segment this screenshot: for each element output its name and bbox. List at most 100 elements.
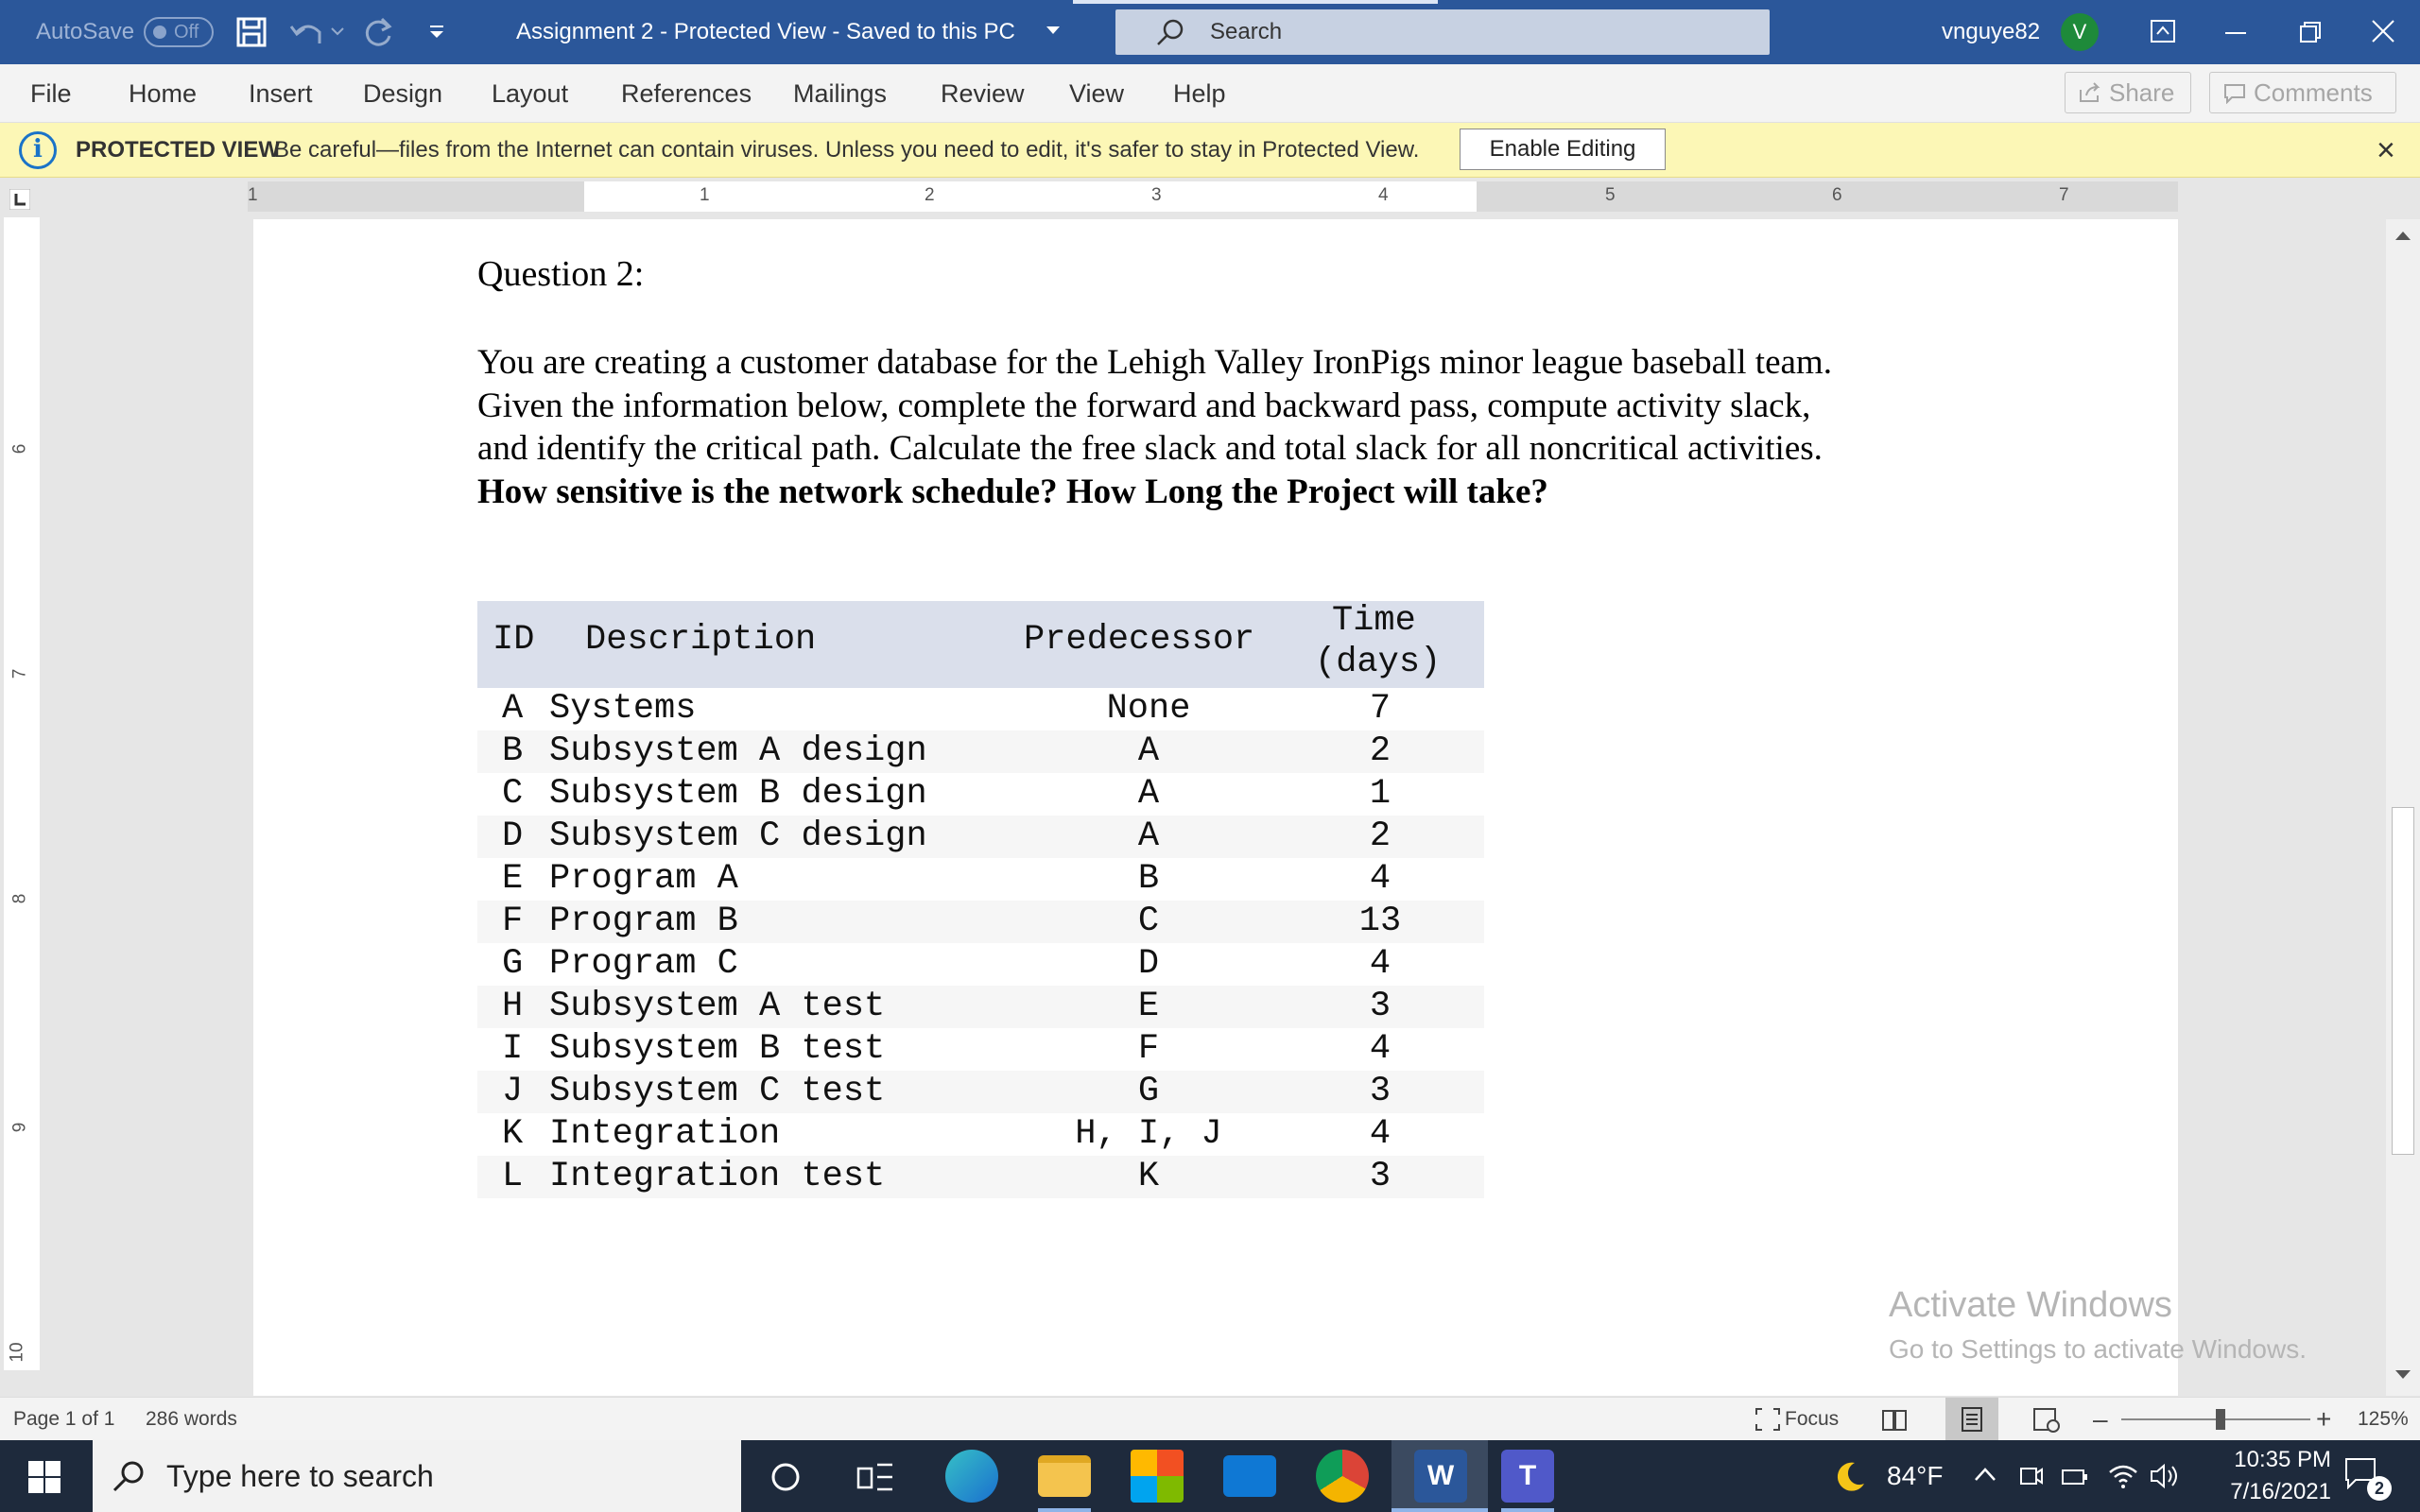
taskbar-search-placeholder: Type here to search — [166, 1459, 434, 1493]
close-window-icon[interactable] — [2371, 19, 2395, 43]
windows-start-icon[interactable] — [28, 1461, 60, 1493]
restore-icon[interactable] — [2299, 21, 2322, 43]
mail-icon[interactable] — [1223, 1455, 1276, 1497]
header-description: Description — [585, 620, 817, 660]
table-row: G Program C D 4 — [477, 943, 1484, 986]
autosave-label: AutoSave — [36, 19, 135, 44]
cell-id: A — [502, 689, 524, 729]
enable-editing-button[interactable]: Enable Editing — [1460, 129, 1666, 170]
table-row: J Subsystem C test G 3 — [477, 1071, 1484, 1113]
zoom-level[interactable]: 125% — [2358, 1398, 2409, 1441]
clock-time[interactable]: 10:35 PM — [2174, 1444, 2331, 1476]
read-mode-icon[interactable] — [1881, 1407, 1908, 1432]
activation-watermark-subtitle: Go to Settings to activate Windows. — [1889, 1334, 2307, 1364]
scroll-down-icon[interactable] — [2394, 1368, 2412, 1382]
cell-time: 13 — [1358, 902, 1402, 941]
table-row: A Systems None 7 — [477, 688, 1484, 730]
weather-moon-icon[interactable] — [1832, 1459, 1868, 1495]
cell-predecessor: A — [1137, 731, 1160, 771]
customize-toolbar-icon[interactable] — [427, 23, 446, 42]
tab-layout[interactable]: Layout — [492, 64, 568, 123]
cell-description: Systems — [549, 689, 697, 729]
cell-predecessor: K — [1137, 1157, 1160, 1196]
task-view-icon[interactable] — [856, 1461, 894, 1493]
horizontal-ruler[interactable]: 1 1 2 3 4 5 6 7 — [248, 181, 2178, 212]
share-button[interactable]: Share — [2065, 72, 2191, 113]
title-dropdown-icon[interactable] — [1046, 25, 1061, 36]
tab-file[interactable]: File — [30, 64, 72, 123]
teams-icon[interactable]: T — [1501, 1450, 1554, 1503]
page-count[interactable]: Page 1 of 1 — [13, 1398, 114, 1441]
cell-description: Subsystem B design — [549, 774, 927, 814]
taskbar-search-box[interactable]: Type here to search — [93, 1440, 741, 1512]
cell-predecessor: D — [1137, 944, 1160, 984]
tab-home[interactable]: Home — [129, 64, 197, 123]
tab-insert[interactable]: Insert — [249, 64, 313, 123]
meet-now-icon[interactable] — [2019, 1463, 2044, 1489]
tab-review[interactable]: Review — [941, 64, 1025, 123]
scrollbar-thumb[interactable] — [2392, 807, 2414, 1155]
zoom-slider-thumb[interactable] — [2216, 1409, 2225, 1430]
ruler-margin-right — [1477, 181, 2178, 212]
battery-icon[interactable] — [2061, 1463, 2089, 1489]
cell-id: D — [502, 816, 524, 856]
edge-icon[interactable] — [945, 1450, 998, 1503]
comment-icon — [2224, 84, 2245, 104]
undo-dropdown-icon[interactable] — [331, 26, 344, 36]
minimize-icon[interactable] — [2225, 31, 2246, 35]
document-title[interactable]: Assignment 2 - Protected View - Saved to… — [516, 0, 1015, 64]
avatar[interactable]: V — [2061, 13, 2099, 51]
redo-icon[interactable] — [361, 17, 395, 49]
word-taskbar-button[interactable]: W — [1392, 1440, 1488, 1512]
vertical-scrollbar[interactable] — [2386, 219, 2420, 1396]
cell-predecessor: A — [1137, 774, 1160, 814]
notification-count-badge: 2 — [2367, 1476, 2392, 1501]
cell-id: B — [502, 731, 524, 771]
cell-description: Program A — [549, 859, 738, 899]
tab-references[interactable]: References — [621, 64, 752, 123]
cell-predecessor: A — [1137, 816, 1160, 856]
cell-time: 3 — [1369, 1157, 1392, 1196]
tab-help[interactable]: Help — [1173, 64, 1226, 123]
ribbon-display-options-icon[interactable] — [2150, 19, 2176, 43]
tab-mailings[interactable]: Mailings — [793, 64, 887, 123]
paragraph-bold-line: How sensitive is the network schedule? H… — [477, 472, 1548, 511]
file-explorer-icon[interactable] — [1038, 1455, 1091, 1497]
tab-view[interactable]: View — [1069, 64, 1124, 123]
ruler-mark: 7 — [9, 668, 30, 679]
cell-id: E — [502, 859, 524, 899]
chrome-icon[interactable] — [1316, 1450, 1369, 1503]
undo-icon[interactable] — [289, 19, 327, 47]
user-name[interactable]: vnguye82 — [1942, 0, 2040, 64]
cortana-icon[interactable] — [769, 1461, 802, 1493]
close-protected-bar-icon[interactable]: × — [2377, 123, 2395, 178]
focus-icon[interactable] — [1754, 1407, 1781, 1432]
search-box[interactable]: Search — [1115, 9, 1770, 55]
tab-selector-icon[interactable] — [9, 189, 30, 210]
zoom-out-icon[interactable]: – — [2093, 1398, 2108, 1441]
scroll-up-icon[interactable] — [2394, 229, 2412, 242]
chevron-up-icon[interactable] — [1974, 1467, 1996, 1482]
ruler-mark: 7 — [2059, 185, 2069, 205]
word-count[interactable]: 286 words — [146, 1398, 237, 1441]
save-icon[interactable] — [236, 17, 267, 47]
ruler-mark: 1 — [700, 185, 710, 205]
clock-date[interactable]: 7/16/2021 — [2174, 1476, 2331, 1508]
ribbon-tabs: File Home Insert Design Layout Reference… — [0, 64, 2420, 123]
cell-description: Subsystem A design — [549, 731, 927, 771]
comments-button[interactable]: Comments — [2209, 72, 2396, 113]
autosave-toggle[interactable]: Off — [144, 17, 214, 47]
web-layout-icon[interactable] — [2032, 1407, 2061, 1434]
protected-view-bar: i PROTECTED VIEW Be careful—files from t… — [0, 123, 2420, 178]
focus-label[interactable]: Focus — [1785, 1398, 1839, 1441]
paragraph-line: You are creating a customer database for… — [477, 343, 1832, 382]
cell-description: Subsystem A test — [549, 987, 886, 1026]
store-icon[interactable] — [1131, 1450, 1184, 1503]
ruler-mark: 10 — [7, 1342, 27, 1363]
print-layout-button[interactable] — [1945, 1398, 1998, 1441]
wifi-icon[interactable] — [2108, 1461, 2138, 1489]
weather-temperature[interactable]: 84°F — [1887, 1440, 1943, 1512]
vertical-ruler[interactable]: 6 7 8 9 10 — [4, 217, 40, 1370]
zoom-in-icon[interactable]: + — [2316, 1398, 2331, 1441]
tab-design[interactable]: Design — [363, 64, 442, 123]
